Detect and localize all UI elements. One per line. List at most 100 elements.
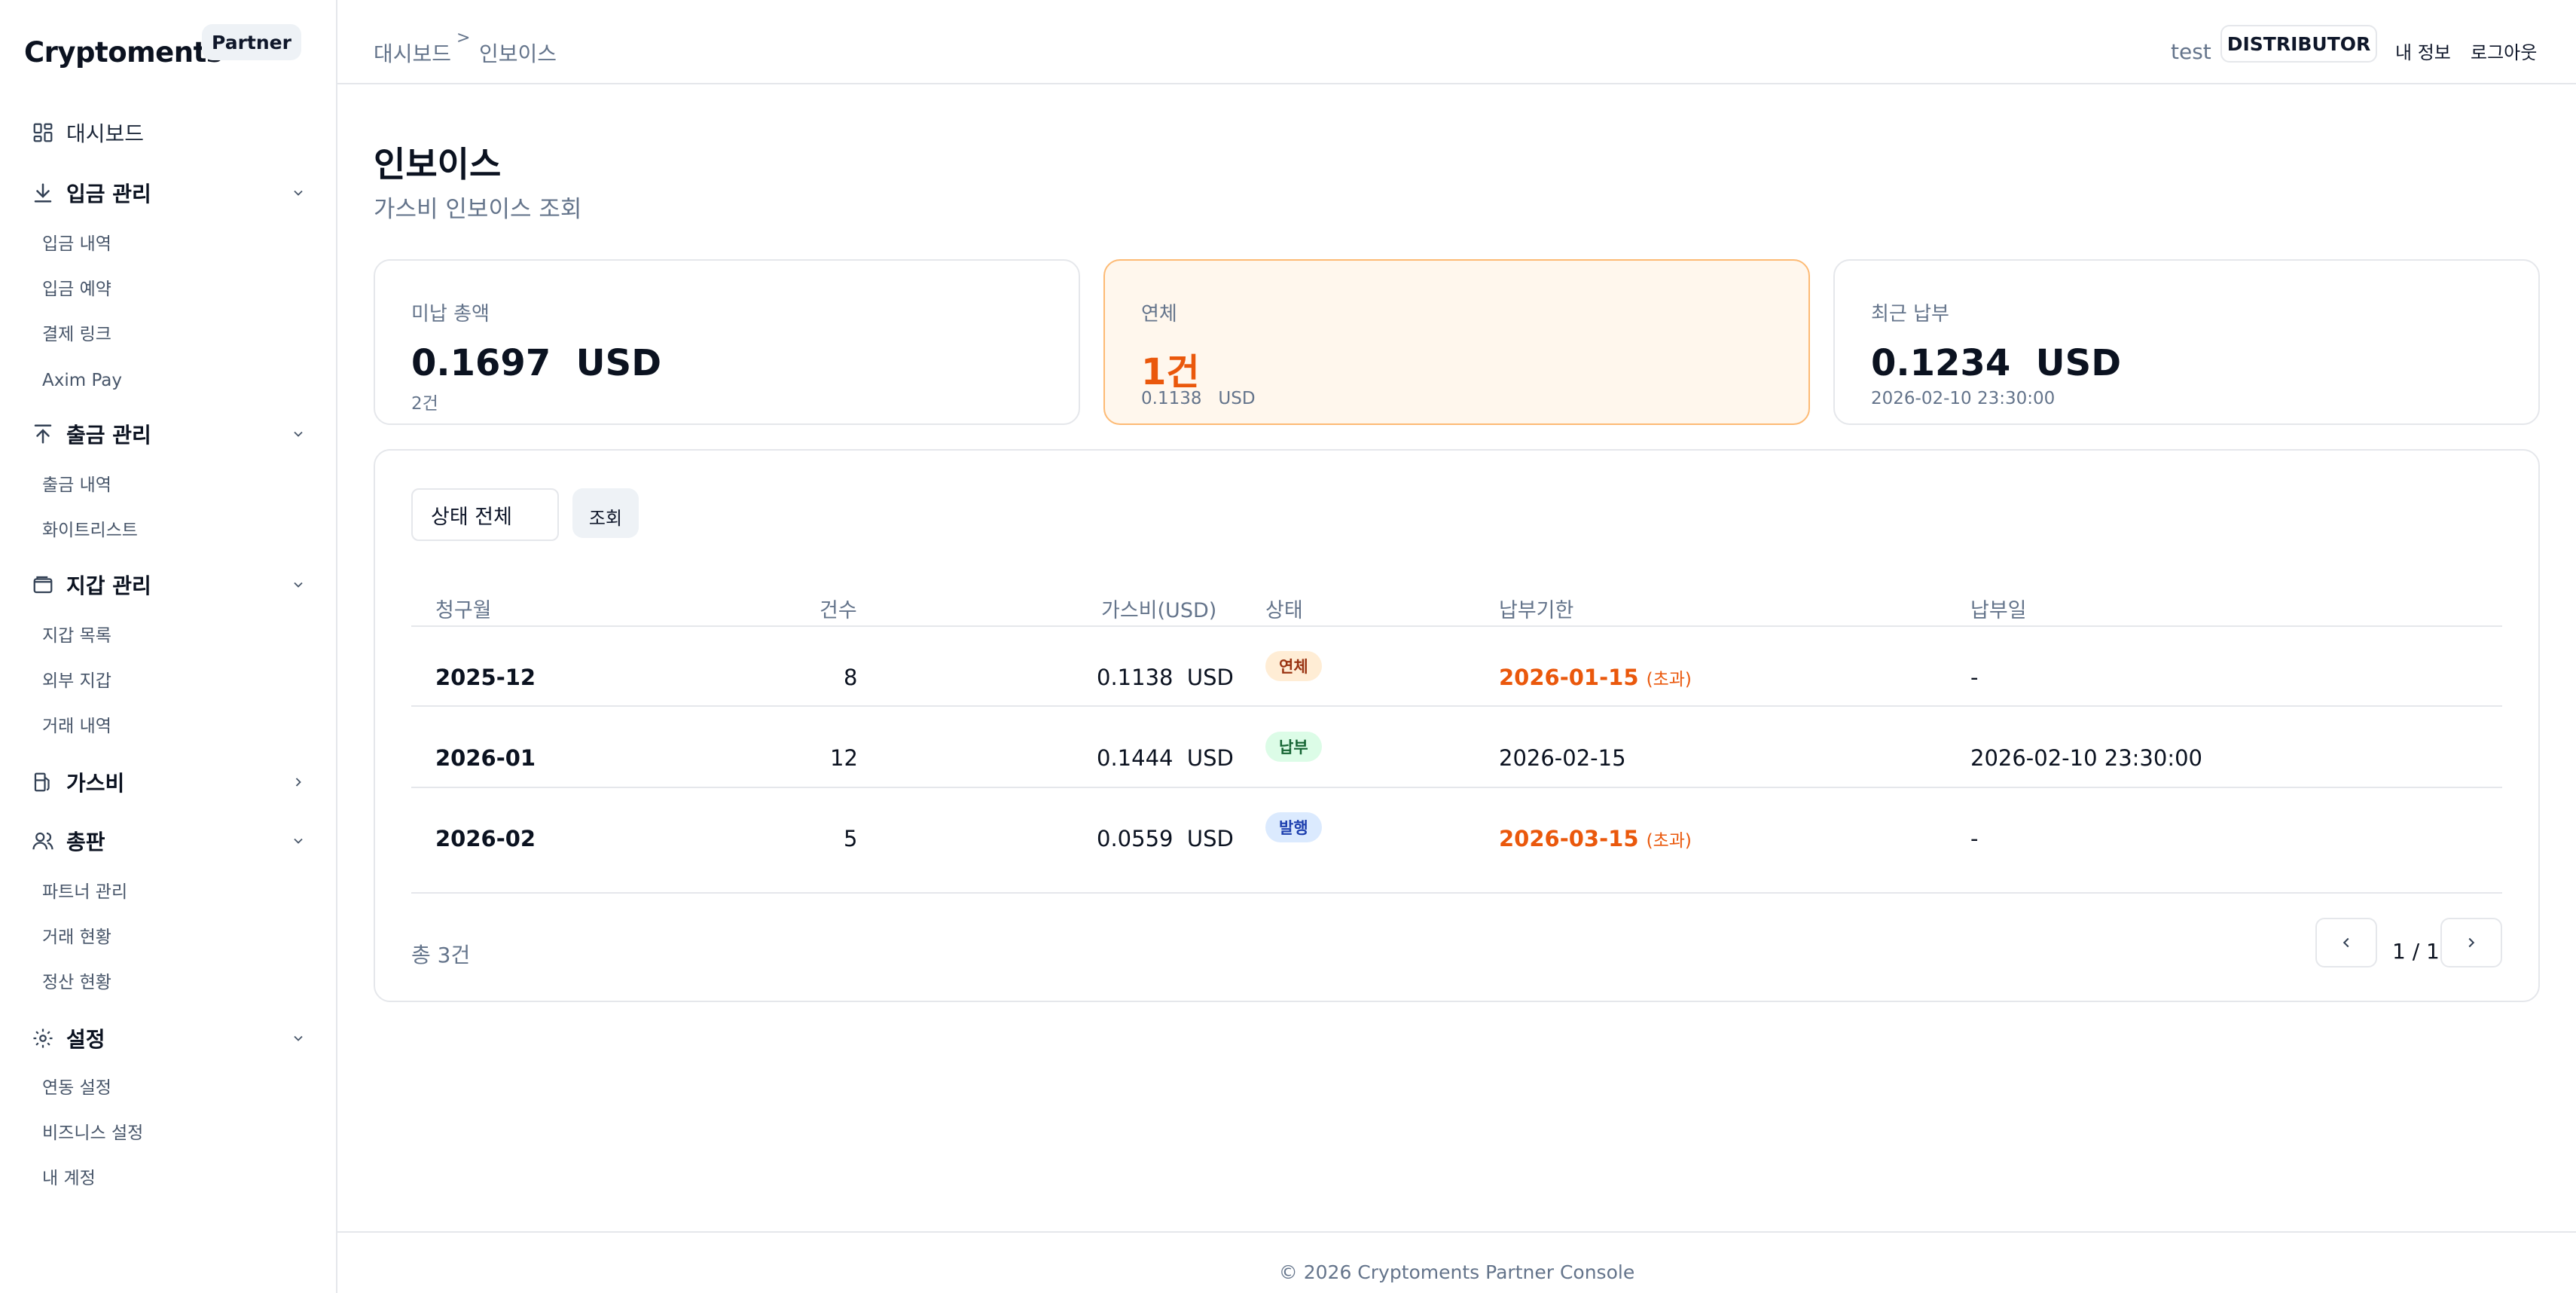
sidebar-group-withdrawal[interactable]: 출금 관리 — [30, 414, 309, 454]
sidebar-item-dashboard[interactable]: 대시보드 — [30, 113, 309, 152]
card-sub: 2건 — [411, 394, 438, 414]
brand-logo[interactable]: Cryptoments — [24, 36, 223, 69]
dashboard-icon — [30, 120, 56, 145]
users-icon — [30, 828, 56, 854]
chevron-down-icon[interactable] — [288, 574, 309, 595]
sidebar-group-gas-fee[interactable]: 가스비 — [30, 763, 309, 802]
cell-due-date: 2026-01-15 (초과) — [1499, 665, 1692, 690]
cell-count: 12 — [830, 745, 858, 771]
footer: © 2026 Cryptoments Partner Console — [337, 1231, 2576, 1293]
sidebar-group-label: 총판 — [66, 830, 105, 854]
chevron-down-icon[interactable] — [288, 423, 309, 445]
sidebar-group-label: 가스비 — [66, 771, 125, 796]
column-header-fee: 가스비(USD) — [1101, 599, 1217, 622]
upload-icon — [30, 421, 56, 447]
chevron-left-icon — [2343, 937, 2349, 948]
breadcrumb-current: 인보이스 — [479, 41, 557, 66]
due-date-value: 2026-01-15 — [1499, 665, 1639, 690]
card-value: 0.1697 USD — [411, 342, 662, 384]
card-label: 미납 총액 — [411, 303, 490, 326]
sidebar-item-my-account[interactable]: 내 계정 — [42, 1166, 96, 1191]
header-divider — [411, 625, 2502, 627]
sidebar: Cryptoments Partner 대시보드 입금 관리 입금 내역 입금 … — [0, 0, 337, 1293]
page-subtitle: 가스비 인보이스 조회 — [374, 196, 582, 223]
breadcrumb-separator: > — [456, 29, 471, 47]
status-badge: 납부 — [1265, 732, 1322, 762]
sidebar-item-integration-settings[interactable]: 연동 설정 — [42, 1075, 111, 1101]
status-badge: 발행 — [1265, 812, 1322, 842]
sidebar-group-label: 설정 — [66, 1027, 105, 1052]
card-value: 1건 — [1141, 351, 1200, 393]
cell-month: 2025-12 — [435, 665, 536, 690]
recent-payment-card: 최근 납부 0.1234 USD 2026-02-10 23:30:00 — [1833, 259, 2540, 425]
card-sub: 0.1138 USD — [1141, 389, 1256, 408]
column-header-count: 건수 — [819, 599, 857, 622]
chevron-down-icon[interactable] — [288, 1028, 309, 1049]
overdue-note: (초과) — [1646, 670, 1692, 689]
sidebar-group-label: 입금 관리 — [66, 182, 151, 206]
cell-fee: 0.0559 USD — [1097, 826, 1234, 851]
chevron-right-icon[interactable] — [288, 772, 309, 793]
sidebar-group-settings[interactable]: 설정 — [30, 1019, 309, 1058]
sidebar-group-deposit[interactable]: 입금 관리 — [30, 173, 309, 212]
column-header-paid-date: 납부일 — [1970, 599, 2027, 622]
role-badge: DISTRIBUTOR — [2220, 25, 2377, 63]
sidebar-item-settlement-status[interactable]: 정산 현황 — [42, 970, 111, 995]
sidebar-item-deposit-history[interactable]: 입금 내역 — [42, 231, 111, 257]
my-info-link[interactable]: 내 정보 — [2395, 38, 2451, 64]
row-divider — [411, 787, 2502, 788]
sidebar-item-label: 대시보드 — [66, 121, 145, 146]
prev-page-button[interactable] — [2315, 918, 2377, 967]
next-page-button[interactable] — [2440, 918, 2502, 967]
chevron-down-icon[interactable] — [288, 182, 309, 203]
sidebar-item-axim-pay[interactable]: Axim Pay — [42, 368, 122, 393]
sidebar-item-trade-status[interactable]: 거래 현황 — [42, 925, 111, 950]
status-filter-select[interactable]: 상태 전체 — [411, 488, 559, 541]
logout-link[interactable]: 로그아웃 — [2471, 38, 2537, 64]
table-bottom-divider — [411, 892, 2502, 894]
sidebar-group-wallet[interactable]: 지갑 관리 — [30, 565, 309, 604]
column-header-status: 상태 — [1265, 599, 1303, 622]
sidebar-group-label: 출금 관리 — [66, 423, 151, 448]
sidebar-item-withdrawal-history[interactable]: 출금 내역 — [42, 472, 111, 498]
chevron-right-icon — [2468, 937, 2475, 948]
cell-due-date: 2026-02-15 — [1499, 745, 1626, 771]
sidebar-item-payment-link[interactable]: 결제 링크 — [42, 322, 111, 347]
column-header-month: 청구월 — [435, 599, 492, 622]
card-value: 0.1234 USD — [1871, 342, 2122, 384]
due-date-value: 2026-03-15 — [1499, 826, 1639, 851]
download-icon — [30, 180, 56, 206]
query-button[interactable]: 조회 — [572, 488, 639, 538]
cell-paid-date: - — [1970, 665, 1979, 690]
user-name: test — [2171, 39, 2211, 64]
footer-copyright: © 2026 Cryptoments Partner Console — [1278, 1261, 1635, 1283]
row-divider — [411, 705, 2502, 707]
cell-fee: 0.1444 USD — [1097, 745, 1234, 771]
sidebar-group-distributor[interactable]: 총판 — [30, 821, 309, 860]
cell-due-date: 2026-03-15 (초과) — [1499, 826, 1692, 851]
card-label: 최근 납부 — [1871, 303, 1949, 326]
card-sub: 2026-02-10 23:30:00 — [1871, 389, 2056, 408]
gear-icon — [30, 1026, 56, 1051]
sidebar-item-transactions[interactable]: 거래 내역 — [42, 714, 111, 739]
unpaid-total-card: 미납 총액 0.1697 USD 2건 — [374, 259, 1080, 425]
wallet-icon — [30, 572, 56, 598]
breadcrumb-dashboard[interactable]: 대시보드 — [374, 38, 451, 68]
sidebar-item-business-settings[interactable]: 비즈니스 설정 — [42, 1120, 143, 1146]
sidebar-item-partner-management[interactable]: 파트너 관리 — [42, 879, 127, 905]
cell-count: 5 — [844, 826, 858, 851]
sidebar-item-wallet-list[interactable]: 지갑 목록 — [42, 623, 111, 649]
cell-paid-date: 2026-02-10 23:30:00 — [1970, 745, 2202, 771]
overdue-card: 연체 1건 0.1138 USD — [1103, 259, 1810, 425]
sidebar-item-external-wallet[interactable]: 외부 지갑 — [42, 668, 111, 694]
column-header-due-date: 납부기한 — [1499, 599, 1574, 622]
fuel-icon — [30, 769, 56, 795]
card-label: 연체 — [1141, 303, 1177, 326]
page-indicator: 1 / 1 — [2392, 939, 2440, 964]
sidebar-item-deposit-reservation[interactable]: 입금 예약 — [42, 277, 111, 302]
sidebar-group-label: 지갑 관리 — [66, 573, 151, 598]
sidebar-item-whitelist[interactable]: 화이트리스트 — [42, 518, 138, 543]
cell-month: 2026-01 — [435, 745, 536, 771]
chevron-down-icon[interactable] — [288, 830, 309, 851]
partner-badge: Partner — [202, 24, 301, 60]
